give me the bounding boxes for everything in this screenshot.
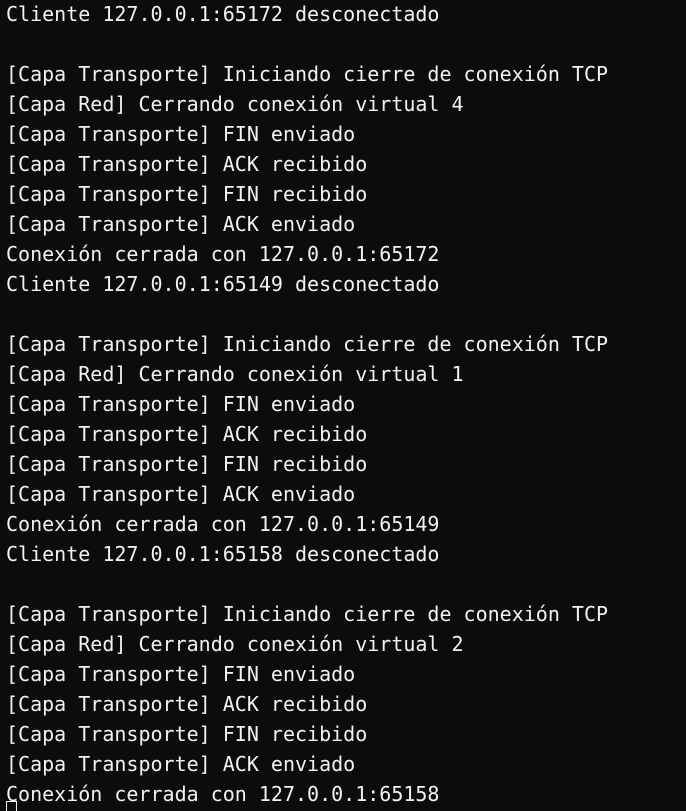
console-line: Cliente 127.0.0.1:65172 desconectado — [6, 2, 440, 26]
console-line: [Capa Transporte] FIN recibido — [6, 182, 368, 206]
console-line: [Capa Transporte] ACK recibido — [6, 692, 368, 716]
console-line: [Capa Transporte] ACK enviado — [6, 212, 356, 236]
console-line: [Capa Transporte] Iniciando cierre de co… — [6, 62, 609, 86]
console-line: Conexión cerrada con 127.0.0.1:65172 — [6, 242, 440, 266]
console-line: [Capa Transporte] FIN recibido — [6, 722, 368, 746]
console-line: [Capa Transporte] Iniciando cierre de co… — [6, 332, 609, 356]
console-line: Conexión cerrada con 127.0.0.1:65149 — [6, 512, 440, 536]
console-line: [Capa Red] Cerrando conexión virtual 1 — [6, 362, 464, 386]
console-line: [Capa Transporte] ACK enviado — [6, 482, 356, 506]
console-line: [Capa Red] Cerrando conexión virtual 4 — [6, 92, 464, 116]
console-line: [Capa Transporte] FIN enviado — [6, 392, 356, 416]
console-line: [Capa Transporte] Iniciando cierre de co… — [6, 602, 609, 626]
console-line: [Capa Transporte] FIN enviado — [6, 122, 356, 146]
console-line: [Capa Transporte] FIN recibido — [6, 452, 368, 476]
console-line: [Capa Transporte] FIN enviado — [6, 662, 356, 686]
console-line: [Capa Transporte] ACK enviado — [6, 752, 356, 776]
console-line: [Capa Transporte] ACK recibido — [6, 422, 368, 446]
block-cursor — [6, 801, 17, 811]
console-line: [Capa Red] Cerrando conexión virtual 2 — [6, 632, 464, 656]
console-output[interactable]: Cliente 127.0.0.1:65172 desconectado [Ca… — [0, 0, 686, 811]
console-line: Cliente 127.0.0.1:65149 desconectado — [6, 272, 440, 296]
console-line: [Capa Transporte] ACK recibido — [6, 152, 368, 176]
console-line: Conexión cerrada con 127.0.0.1:65158 — [6, 782, 440, 806]
console-line: Cliente 127.0.0.1:65158 desconectado — [6, 542, 440, 566]
